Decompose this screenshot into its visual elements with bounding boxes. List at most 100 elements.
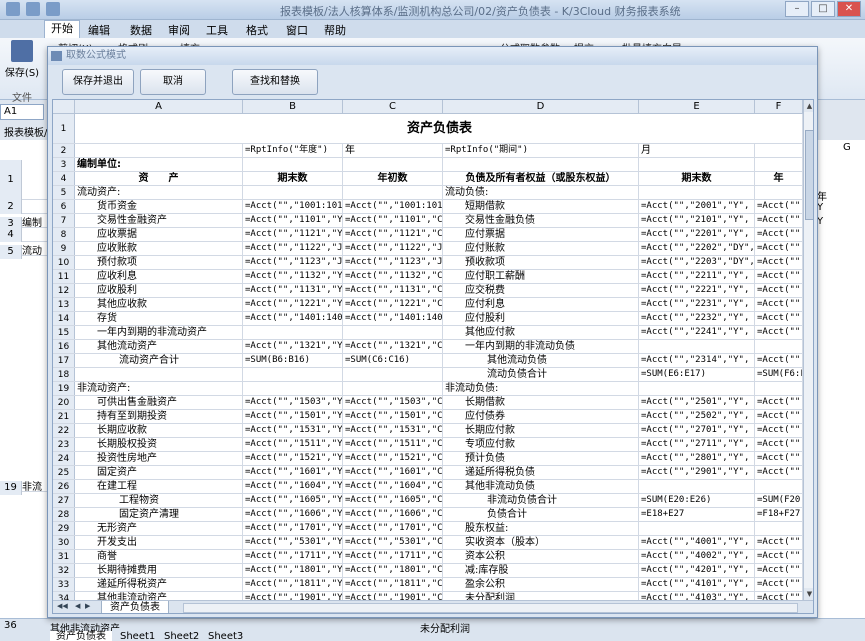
grid-cell[interactable]: =Acct("","2001","Y", <box>639 200 755 213</box>
row-header[interactable]: 1 <box>53 114 75 143</box>
sheet-tab-sheet2[interactable]: Sheet2 <box>158 631 205 641</box>
grid-cell[interactable]: 实收资本（股本） <box>443 536 639 549</box>
grid-cell[interactable]: 长期应付款 <box>443 424 639 437</box>
grid-cell[interactable]: =Acct("","1131","C <box>343 284 443 297</box>
grid-cell[interactable]: =Acct("", <box>755 550 803 563</box>
grid-cell[interactable]: 流动资产: <box>75 186 243 199</box>
grid-cell[interactable] <box>343 368 443 381</box>
grid-cell[interactable]: 其他应付款 <box>443 326 639 339</box>
grid-cell[interactable]: =Acct("","1701","Y <box>243 522 343 535</box>
grid-cell[interactable]: 期末数 <box>639 172 755 185</box>
cancel-button[interactable]: 取消 <box>140 69 206 95</box>
grid-cell[interactable]: =Acct("","1123","J <box>343 256 443 269</box>
grid-cell[interactable]: 非流动负债合计 <box>443 494 639 507</box>
grid-cell[interactable]: 减:库存股 <box>443 564 639 577</box>
grid-cell[interactable]: =SUM(C6:C16) <box>343 354 443 367</box>
grid-cell[interactable]: =Acct("","1711","C <box>343 550 443 563</box>
grid-cell[interactable] <box>343 186 443 199</box>
grid-cell[interactable]: =Acct("","1101","C <box>343 214 443 227</box>
row-header[interactable]: 18 <box>53 368 75 381</box>
row-header[interactable]: 19 <box>53 382 75 395</box>
grid-cell[interactable]: =Acct("","1501","C <box>343 410 443 423</box>
grid-cell[interactable] <box>639 522 755 535</box>
vertical-scrollbar[interactable]: ▲ ▼ <box>803 100 813 600</box>
grid-cell[interactable]: =Acct("", <box>755 312 803 325</box>
grid-cell[interactable]: =Acct("","1811","Y <box>243 578 343 591</box>
corner-cell[interactable] <box>53 100 75 114</box>
grid-cell[interactable]: 可供出售金融资产 <box>75 396 243 409</box>
row-header[interactable]: 8 <box>53 228 75 241</box>
grid-cell[interactable]: 应收利息 <box>75 270 243 283</box>
grid-cell[interactable]: 盈余公积 <box>443 578 639 591</box>
grid-cell[interactable] <box>755 522 803 535</box>
grid-cell[interactable]: 应付股利 <box>443 312 639 325</box>
grid-cell[interactable]: 预计负债 <box>443 452 639 465</box>
grid-cell[interactable]: =Acct("","1531","C <box>343 424 443 437</box>
grid-cell[interactable]: =Acct("","1606","C <box>343 508 443 521</box>
grid-cell[interactable]: =Acct("","2202","DY", <box>639 242 755 255</box>
grid-cell[interactable] <box>639 186 755 199</box>
grid-cell[interactable]: 其他流动负债 <box>443 354 639 367</box>
grid-cell[interactable] <box>243 158 343 171</box>
save-exit-button[interactable]: 保存并退出 <box>62 69 134 95</box>
grid-cell[interactable]: =Acct("","2314","Y", <box>639 354 755 367</box>
row-header[interactable]: 7 <box>53 214 75 227</box>
grid-cell[interactable]: 流动负债: <box>443 186 639 199</box>
grid-cell[interactable] <box>639 158 755 171</box>
close-icon[interactable]: ✕ <box>837 1 861 17</box>
prev-sheet-icon[interactable]: ◀ <box>75 602 80 610</box>
grid-cell[interactable]: =Acct("","1521","Y <box>243 452 343 465</box>
grid-cell[interactable] <box>243 186 343 199</box>
row-header[interactable]: 31 <box>53 550 75 563</box>
grid-cell[interactable]: =Acct("","1811","C <box>343 578 443 591</box>
grid-cell[interactable]: =Acct("", <box>755 536 803 549</box>
grid-cell[interactable]: =Acct("","1132","C <box>343 270 443 283</box>
grid-cell[interactable]: =Acct("","5301","C <box>343 536 443 549</box>
grid-cell[interactable]: =Acct("","1221","Y <box>243 298 343 311</box>
grid-cell[interactable]: 非流动负债: <box>443 382 639 395</box>
grid-cell[interactable]: =Acct("","2901","Y", <box>639 466 755 479</box>
sheet-tab-sheet1[interactable]: Sheet1 <box>114 631 161 641</box>
grid-cell[interactable] <box>755 480 803 493</box>
grid-cell[interactable]: =Acct("","4002","Y", <box>639 550 755 563</box>
grid-cell[interactable]: =Acct("","1604","Y <box>243 480 343 493</box>
grid-cell[interactable]: 长期借款 <box>443 396 639 409</box>
grid-cell[interactable]: 工程物资 <box>75 494 243 507</box>
grid-cell[interactable]: 期末数 <box>243 172 343 185</box>
grid-cell[interactable]: =Acct("","1001:101 <box>243 200 343 213</box>
column-header-d[interactable]: D <box>443 100 639 114</box>
grid-cell[interactable]: =Acct("","1122","J <box>343 242 443 255</box>
grid-cell[interactable]: =Acct("","4101","Y", <box>639 578 755 591</box>
grid-cell[interactable]: =Acct("","1605","C <box>343 494 443 507</box>
grid-cell[interactable]: =Acct("","2232","Y", <box>639 312 755 325</box>
grid-cell[interactable]: 资本公积 <box>443 550 639 563</box>
row-header[interactable]: 30 <box>53 536 75 549</box>
grid-cell[interactable]: =SUM(E6:E17) <box>639 368 755 381</box>
grid-cell[interactable]: =Acct("","4201","Y", <box>639 564 755 577</box>
grid-cell[interactable]: =Acct("", <box>755 256 803 269</box>
grid-cell[interactable]: 年 <box>343 144 443 157</box>
grid-cell[interactable]: =Acct("", <box>755 200 803 213</box>
grid-cell[interactable]: 交易性金融负债 <box>443 214 639 227</box>
grid-cell[interactable] <box>343 382 443 395</box>
grid-cell[interactable]: =Acct("", <box>755 438 803 451</box>
row-header[interactable]: 24 <box>53 452 75 465</box>
grid-cell[interactable] <box>755 158 803 171</box>
grid-cell[interactable]: 其他非流动负债 <box>443 480 639 493</box>
grid-cell[interactable]: =Acct("", <box>755 326 803 339</box>
grid-cell[interactable]: =Acct("", <box>755 410 803 423</box>
grid-cell[interactable]: =F18+F27 <box>755 508 803 521</box>
grid-cell[interactable]: 商誉 <box>75 550 243 563</box>
grid-cell[interactable]: =Acct("","1121","Y <box>243 228 343 241</box>
tab-window[interactable]: 窗口 <box>286 22 308 38</box>
grid-cell[interactable]: 递延所得税资产 <box>75 578 243 591</box>
grid-cell[interactable]: =SUM(E20:E26) <box>639 494 755 507</box>
grid-cell[interactable]: 流动资产合计 <box>75 354 243 367</box>
grid-cell[interactable]: 预收款项 <box>443 256 639 269</box>
grid-cell[interactable]: =Acct("", <box>755 270 803 283</box>
grid-cell[interactable]: =SUM(F6:F <box>755 368 803 381</box>
grid-cell[interactable]: 编制单位: <box>75 158 243 171</box>
grid-cell[interactable]: =Acct("","2221","Y", <box>639 284 755 297</box>
row-header[interactable]: 9 <box>53 242 75 255</box>
grid-cell[interactable]: =Acct("","1221","C <box>343 298 443 311</box>
